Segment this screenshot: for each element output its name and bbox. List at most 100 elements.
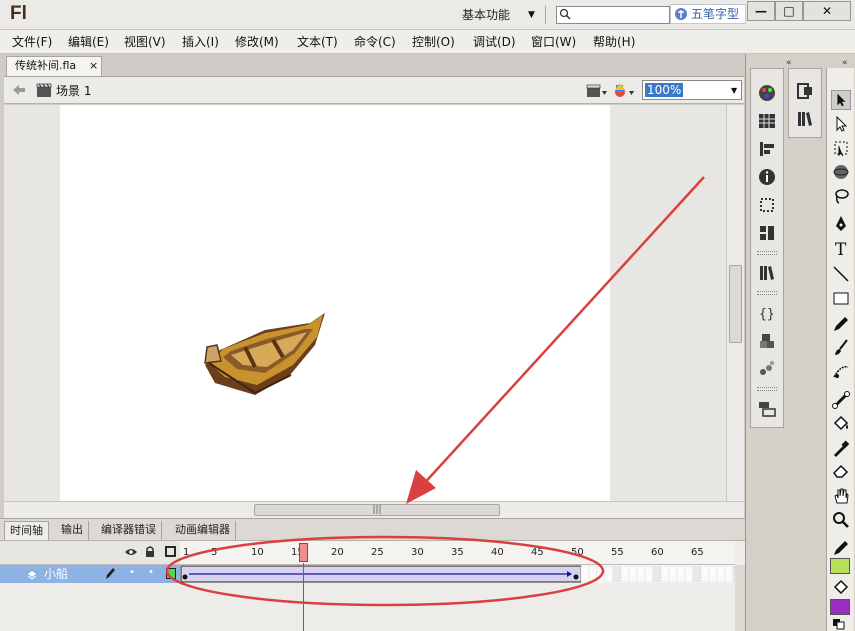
zoom-tool-icon[interactable]: [831, 510, 851, 530]
edit-symbol-icon[interactable]: [613, 82, 635, 100]
minimize-button[interactable]: —: [747, 1, 775, 21]
menu-window[interactable]: 窗口(W): [531, 34, 576, 50]
line-tool-icon[interactable]: [831, 264, 851, 284]
tab-motion-editor[interactable]: 动画编辑器: [170, 521, 236, 541]
menu-view[interactable]: 视图(V): [124, 34, 166, 50]
help-search-input[interactable]: [556, 6, 670, 24]
actions-icon[interactable]: {}: [757, 303, 777, 323]
tab-compiler-errors[interactable]: 编译器错误: [96, 521, 162, 541]
menu-insert[interactable]: 插入(I): [182, 34, 219, 50]
playhead-line: [303, 563, 304, 631]
movie-explorer-icon[interactable]: [757, 399, 777, 419]
menu-edit[interactable]: 编辑(E): [68, 34, 109, 50]
empty-frame: [652, 565, 662, 583]
3d-rotation-tool-icon[interactable]: [831, 162, 851, 182]
menu-debug[interactable]: 调试(D): [473, 34, 516, 50]
library-icon[interactable]: [757, 263, 777, 283]
boat-graphic[interactable]: [195, 305, 330, 400]
scroll-thumb[interactable]: |||: [254, 504, 500, 516]
lock-dot-icon[interactable]: •: [148, 567, 154, 578]
hand-tool-icon[interactable]: [831, 486, 851, 506]
code-snippets-icon[interactable]: [757, 331, 777, 351]
tab-output[interactable]: 输出: [56, 521, 89, 541]
zoom-select[interactable]: 100% ▼: [642, 80, 742, 100]
chevron-down-icon[interactable]: ▼: [731, 83, 737, 99]
color-icon[interactable]: [757, 83, 777, 103]
menu-file[interactable]: 文件(F): [12, 34, 52, 50]
close-button[interactable]: ✕: [803, 1, 851, 21]
frame-tick-label: 35: [451, 547, 464, 558]
maximize-button[interactable]: □: [775, 1, 803, 21]
frame-tick-label: 55: [611, 547, 624, 558]
pen-tool-icon[interactable]: [831, 214, 851, 234]
stroke-color-swatch[interactable]: [830, 558, 850, 574]
transform-icon[interactable]: [757, 195, 777, 215]
rectangle-tool-icon[interactable]: [831, 288, 851, 308]
zoom-value[interactable]: 100%: [645, 83, 684, 97]
tab-timeline[interactable]: 时间轴: [4, 521, 49, 541]
fill-color-swatch[interactable]: [830, 599, 850, 615]
playhead[interactable]: [299, 543, 308, 562]
edit-scene-icon[interactable]: [586, 82, 608, 100]
timeline-scrollbar[interactable]: [735, 565, 745, 631]
close-icon[interactable]: ×: [89, 57, 98, 75]
eye-icon[interactable]: [124, 547, 138, 557]
scroll-thumb[interactable]: [729, 265, 742, 343]
frame-tick-label: 25: [371, 547, 384, 558]
menu-modify[interactable]: 修改(M): [235, 34, 279, 50]
layer-name[interactable]: 小船: [44, 566, 68, 582]
paint-bucket-tool-icon[interactable]: [831, 414, 851, 434]
eraser-tool-icon[interactable]: [831, 460, 851, 480]
search-icon: [559, 8, 571, 20]
menu-help[interactable]: 帮助(H): [593, 34, 635, 50]
selection-tool-icon[interactable]: [831, 90, 851, 110]
components-icon[interactable]: [757, 223, 777, 243]
frame-ruler[interactable]: 1 5 10 15 20 25 30 35 40 45 50 55 60 65: [180, 541, 735, 565]
visibility-dot-icon[interactable]: •: [129, 567, 135, 578]
properties-icon[interactable]: [795, 81, 815, 101]
keyframe-start: [182, 574, 188, 580]
behaviors-icon[interactable]: [757, 359, 777, 379]
brush-tool-icon[interactable]: [831, 338, 851, 358]
empty-frame: [700, 565, 710, 583]
empty-frame: [604, 565, 614, 583]
frame-tick-label: 65: [691, 547, 704, 558]
layer-header: [0, 541, 180, 565]
layer-row[interactable]: 小船 • •: [0, 565, 180, 583]
lock-icon[interactable]: [145, 545, 155, 558]
deco-tool-icon[interactable]: [831, 362, 851, 382]
pencil-tool-icon[interactable]: [831, 314, 851, 334]
menu-control[interactable]: 控制(O): [412, 34, 455, 50]
stage-canvas[interactable]: [60, 105, 610, 501]
frame-grid[interactable]: [180, 565, 735, 583]
swatches-icon[interactable]: [757, 111, 777, 131]
eyedropper-tool-icon[interactable]: [831, 438, 851, 458]
menu-commands[interactable]: 命令(C): [354, 34, 396, 50]
library-icon[interactable]: [795, 109, 815, 129]
text-tool-icon[interactable]: T: [831, 238, 851, 258]
free-transform-tool-icon[interactable]: [831, 138, 851, 158]
info-icon[interactable]: [757, 167, 777, 187]
frame-row[interactable]: [180, 565, 735, 583]
frame-tick-label: 50: [571, 547, 584, 558]
collapse-icon[interactable]: «: [786, 58, 792, 68]
panel-grip[interactable]: [757, 251, 777, 255]
bone-tool-icon[interactable]: [831, 390, 851, 410]
align-icon[interactable]: [757, 139, 777, 159]
menu-text[interactable]: 文本(T): [297, 34, 338, 50]
back-arrow-icon[interactable]: [12, 84, 26, 96]
empty-frame: [620, 565, 630, 583]
stage-vertical-scrollbar[interactable]: [726, 105, 744, 501]
document-tab[interactable]: 传统补间.fla ×: [6, 56, 102, 76]
subselection-tool-icon[interactable]: [831, 114, 851, 134]
lasso-tool-icon[interactable]: [831, 186, 851, 206]
empty-frame: [676, 565, 686, 583]
panel-grip[interactable]: [757, 387, 777, 391]
document-tab-label: 传统补间.fla: [15, 59, 77, 72]
collapse-icon[interactable]: «: [842, 58, 848, 68]
swap-colors-icon[interactable]: [831, 618, 851, 630]
chevron-down-icon[interactable]: ▼: [528, 6, 535, 24]
panel-grip[interactable]: [757, 291, 777, 295]
outline-icon[interactable]: [165, 546, 176, 557]
stage-horizontal-scrollbar[interactable]: |||: [4, 501, 744, 518]
